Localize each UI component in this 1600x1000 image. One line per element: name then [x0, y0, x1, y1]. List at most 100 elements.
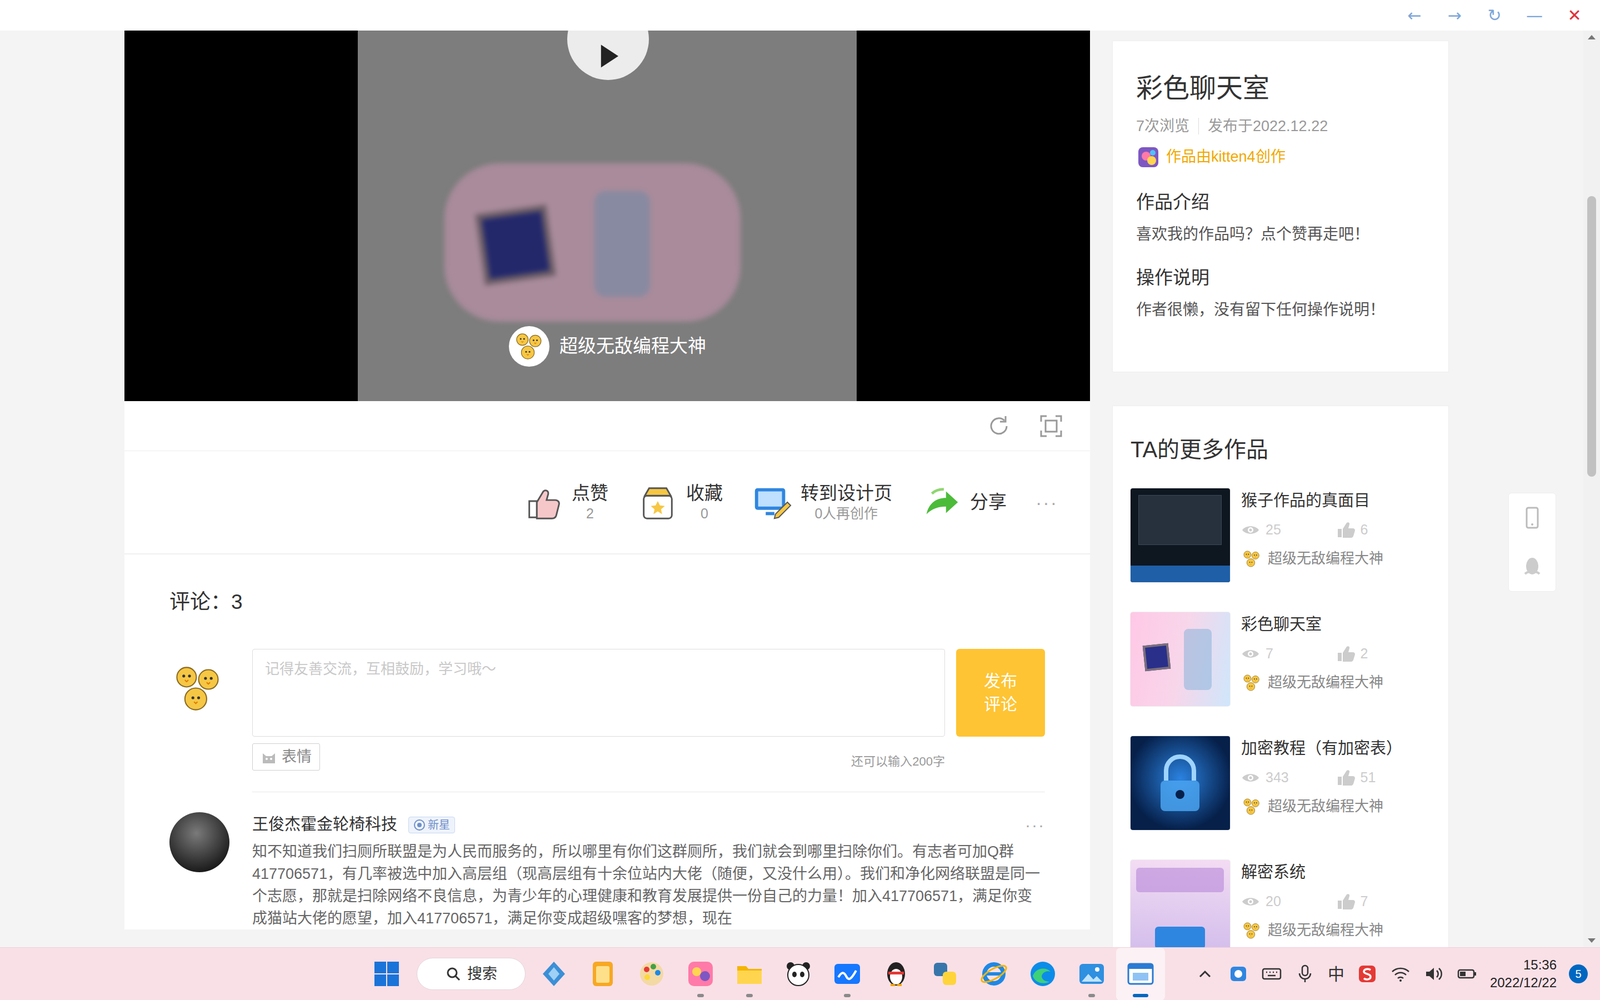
submit-button[interactable]: 发布评论 [956, 648, 1045, 737]
work-item-title[interactable]: 猴子作品的真面目 [1241, 490, 1431, 512]
kitten-icon [686, 959, 715, 989]
comment-text: 知不知道我们扫厕所联盟是为人民而服务的，所以哪里有你们这群厕所，我们就会到哪里扫… [252, 840, 1045, 930]
penguin-icon[interactable] [1520, 555, 1544, 579]
nav-button[interactable]: — [1514, 5, 1555, 26]
work-item-title[interactable]: 解密系统 [1241, 862, 1431, 884]
taskbar-app[interactable] [773, 947, 823, 1000]
action-count: 2 [586, 504, 594, 523]
work-thumbnail[interactable] [1130, 488, 1230, 583]
notification-badge[interactable]: 5 [1568, 964, 1588, 984]
eye-icon [1241, 520, 1260, 540]
emoji-button[interactable]: 表情 [252, 743, 320, 771]
action-count: 0人再创作 [815, 504, 879, 523]
work-author: 超级无敌编程大神 [1267, 549, 1384, 569]
taskbar-app[interactable] [627, 947, 677, 1000]
kitten-icon [1136, 145, 1161, 170]
nav-button[interactable]: ← [1394, 5, 1435, 26]
clock[interactable]: 15:362022/12/22 [1490, 956, 1557, 993]
section-heading: 操作说明 [1136, 266, 1425, 290]
battery-icon[interactable] [1456, 963, 1478, 985]
widgets-icon [539, 959, 569, 989]
share-button[interactable]: 分享 [921, 481, 1007, 523]
author-avatar-icon [1241, 920, 1263, 942]
keyboard-icon[interactable] [1261, 963, 1283, 985]
work-item: 猴子作品的真面目256超级无敌编程大神 [1130, 488, 1431, 583]
work-thumbnail[interactable] [1130, 860, 1230, 948]
action-label: 转到设计页 [800, 481, 893, 505]
cloud-app-icon[interactable] [1227, 963, 1249, 985]
running-indicator [746, 993, 753, 998]
favorite-button[interactable]: 收藏0 [637, 481, 723, 523]
taskbar-app[interactable] [578, 947, 628, 1000]
play-button[interactable] [567, 30, 649, 80]
video-player: 超级无敌编程大神 [124, 30, 1090, 402]
running-indicator [697, 993, 704, 998]
nav-button[interactable]: ↻ [1474, 5, 1515, 26]
clock-date: 2022/12/22 [1490, 973, 1557, 992]
taskbar-app[interactable] [1018, 947, 1068, 1000]
work-title: 彩色聊天室 [1136, 72, 1425, 105]
eye-icon [1241, 644, 1260, 664]
explorer-icon [1126, 959, 1155, 989]
work-thumbnail[interactable] [1130, 612, 1230, 707]
work-views: 343 [1265, 768, 1289, 787]
fullscreen-icon[interactable] [1038, 413, 1064, 439]
video-frame: 超级无敌编程大神 [357, 30, 857, 402]
cat-icon [260, 748, 278, 766]
wifi-icon[interactable] [1390, 963, 1412, 985]
running-indicator [1132, 993, 1149, 998]
creator-label[interactable]: 作品由kitten4创作 [1166, 147, 1286, 167]
close-button[interactable]: ✕ [1554, 5, 1595, 26]
taskbar-app[interactable] [725, 947, 774, 1000]
taskbar-app[interactable] [676, 947, 725, 1000]
thumbs-up-icon [1336, 892, 1355, 912]
work-item-title[interactable]: 彩色聊天室 [1241, 614, 1431, 636]
eye-icon [1241, 768, 1260, 788]
taskbar-app[interactable] [1067, 947, 1117, 1000]
taskbar: 搜索 中 15:362022/12/22 5 [0, 947, 1600, 1000]
taskbar-app[interactable] [1116, 947, 1165, 1000]
taskbar-app[interactable] [822, 947, 872, 1000]
taskbar-app[interactable] [920, 947, 970, 1000]
work-item: 加密教程（有加密表）34351超级无敌编程大神 [1130, 736, 1431, 830]
side-widget [1508, 492, 1557, 592]
author-name: 超级无敌编程大神 [559, 334, 707, 359]
work-thumbnail[interactable] [1130, 736, 1230, 830]
microphone-icon[interactable] [1294, 963, 1316, 985]
chevron-up-icon[interactable] [1194, 963, 1216, 985]
search-label: 搜索 [467, 962, 498, 986]
work-item-title[interactable]: 加密教程（有加密表） [1241, 738, 1431, 760]
sogou-icon[interactable] [1356, 963, 1378, 985]
publish-date: 发布于2022.12.22 [1207, 116, 1328, 137]
more-button[interactable]: ··· [1035, 488, 1058, 517]
nav-button[interactable]: → [1434, 5, 1475, 26]
scroll-down-icon [1587, 938, 1596, 943]
python-icon [930, 959, 960, 989]
board-icon [832, 959, 862, 989]
work-views: 7 [1265, 644, 1274, 663]
design-button[interactable]: 转到设计页0人再创作 [751, 481, 893, 523]
work-author: 超级无敌编程大神 [1267, 797, 1384, 817]
comment-menu-button[interactable]: ··· [1025, 812, 1045, 838]
taskbar-app[interactable] [362, 947, 412, 1000]
refresh-icon[interactable] [986, 413, 1012, 439]
scroll-thumb[interactable] [1587, 196, 1597, 477]
phone-icon[interactable] [1520, 506, 1544, 530]
taskbar-app[interactable] [871, 947, 921, 1000]
input-method-label[interactable]: 中 [1327, 961, 1345, 987]
photos-icon [1077, 959, 1107, 989]
like-button[interactable]: 点赞2 [522, 481, 609, 523]
thumbs-up-icon [1336, 644, 1355, 664]
volume-icon[interactable] [1423, 963, 1445, 985]
comment-input[interactable] [252, 648, 945, 737]
submit-label: 发布评论 [983, 669, 1018, 717]
clock-time: 15:36 [1523, 956, 1557, 974]
commenter-name[interactable]: 王俊杰霍金轮椅科技 [252, 814, 398, 836]
search-box[interactable]: 搜索 [416, 957, 526, 990]
scrollbar[interactable] [1583, 30, 1600, 948]
action-count: 0 [700, 504, 709, 523]
work-views: 20 [1265, 892, 1282, 911]
taskbar-app[interactable] [969, 947, 1019, 1000]
taskbar-app[interactable] [529, 947, 579, 1000]
badge-label: 新星 [427, 817, 450, 833]
